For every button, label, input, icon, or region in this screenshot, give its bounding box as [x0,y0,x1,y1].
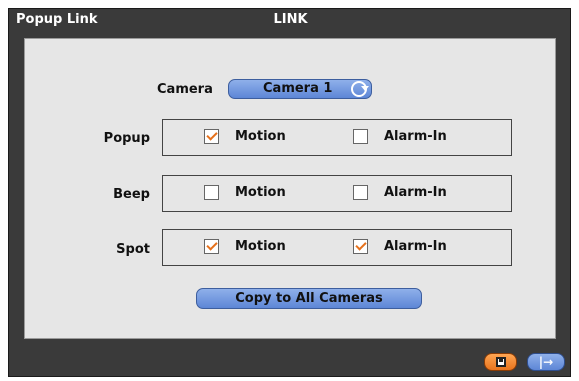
popup-motion-option[interactable]: Motion [204,129,286,144]
beep-group: Motion Alarm-In [162,175,512,212]
settings-panel: Camera Camera 1 Popup Motion Alarm-In Be… [24,38,556,339]
spot-motion-label: Motion [235,239,286,254]
spot-alarm-label: Alarm-In [384,239,447,254]
spot-motion-checkbox[interactable] [204,239,219,254]
camera-selected-value: Camera 1 [263,81,333,96]
spot-alarm-option[interactable]: Alarm-In [353,239,447,254]
beep-motion-checkbox[interactable] [204,185,219,200]
spot-alarm-checkbox[interactable] [353,239,368,254]
beep-alarm-checkbox[interactable] [353,185,368,200]
save-button[interactable] [484,353,517,371]
copy-to-all-cameras-button[interactable]: Copy to All Cameras [196,288,422,309]
spot-group: Motion Alarm-In [162,229,512,266]
popup-group: Motion Alarm-In [162,119,512,156]
camera-selector[interactable]: Camera 1 [228,79,372,99]
row-label-spot: Spot [116,242,150,257]
beep-motion-option[interactable]: Motion [204,185,286,200]
popup-motion-label: Motion [235,129,286,144]
popup-alarm-label: Alarm-In [384,129,447,144]
popup-alarm-option[interactable]: Alarm-In [353,129,447,144]
beep-alarm-option[interactable]: Alarm-In [353,185,447,200]
row-label-beep: Beep [113,187,150,202]
cycle-icon [351,81,369,97]
beep-motion-label: Motion [235,185,286,200]
popup-alarm-checkbox[interactable] [353,129,368,144]
popup-motion-checkbox[interactable] [204,129,219,144]
window-center-title: LINK [273,12,308,27]
save-icon [496,357,506,367]
popup-link-window: Popup Link LINK Camera Camera 1 Popup Mo… [8,8,571,377]
camera-label: Camera [157,82,213,97]
spot-motion-option[interactable]: Motion [204,239,286,254]
beep-alarm-label: Alarm-In [384,185,447,200]
row-label-popup: Popup [103,131,150,146]
exit-button[interactable]: |→ [527,353,565,371]
exit-icon: |→ [538,355,554,369]
